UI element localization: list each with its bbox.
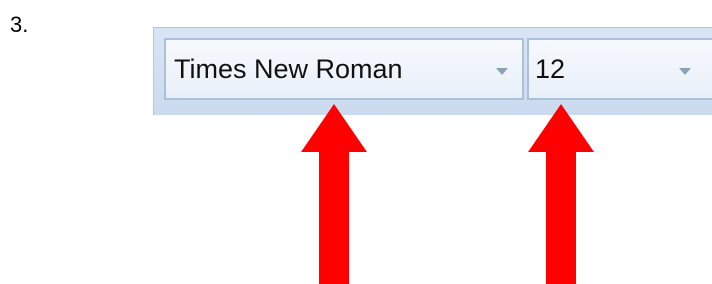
font-size-value: 12 <box>535 54 566 84</box>
step-number: 3. <box>10 12 29 37</box>
chevron-down-icon[interactable] <box>679 68 691 75</box>
font-toolbar: Times New Roman 12 <box>153 27 712 115</box>
font-size-combobox[interactable]: 12 <box>527 38 712 100</box>
chevron-down-icon[interactable] <box>496 68 508 75</box>
font-name-value: Times New Roman <box>174 54 403 84</box>
red-arrow-icon <box>301 104 367 284</box>
font-name-combobox[interactable]: Times New Roman <box>164 38 524 100</box>
red-arrow-icon <box>528 104 594 284</box>
